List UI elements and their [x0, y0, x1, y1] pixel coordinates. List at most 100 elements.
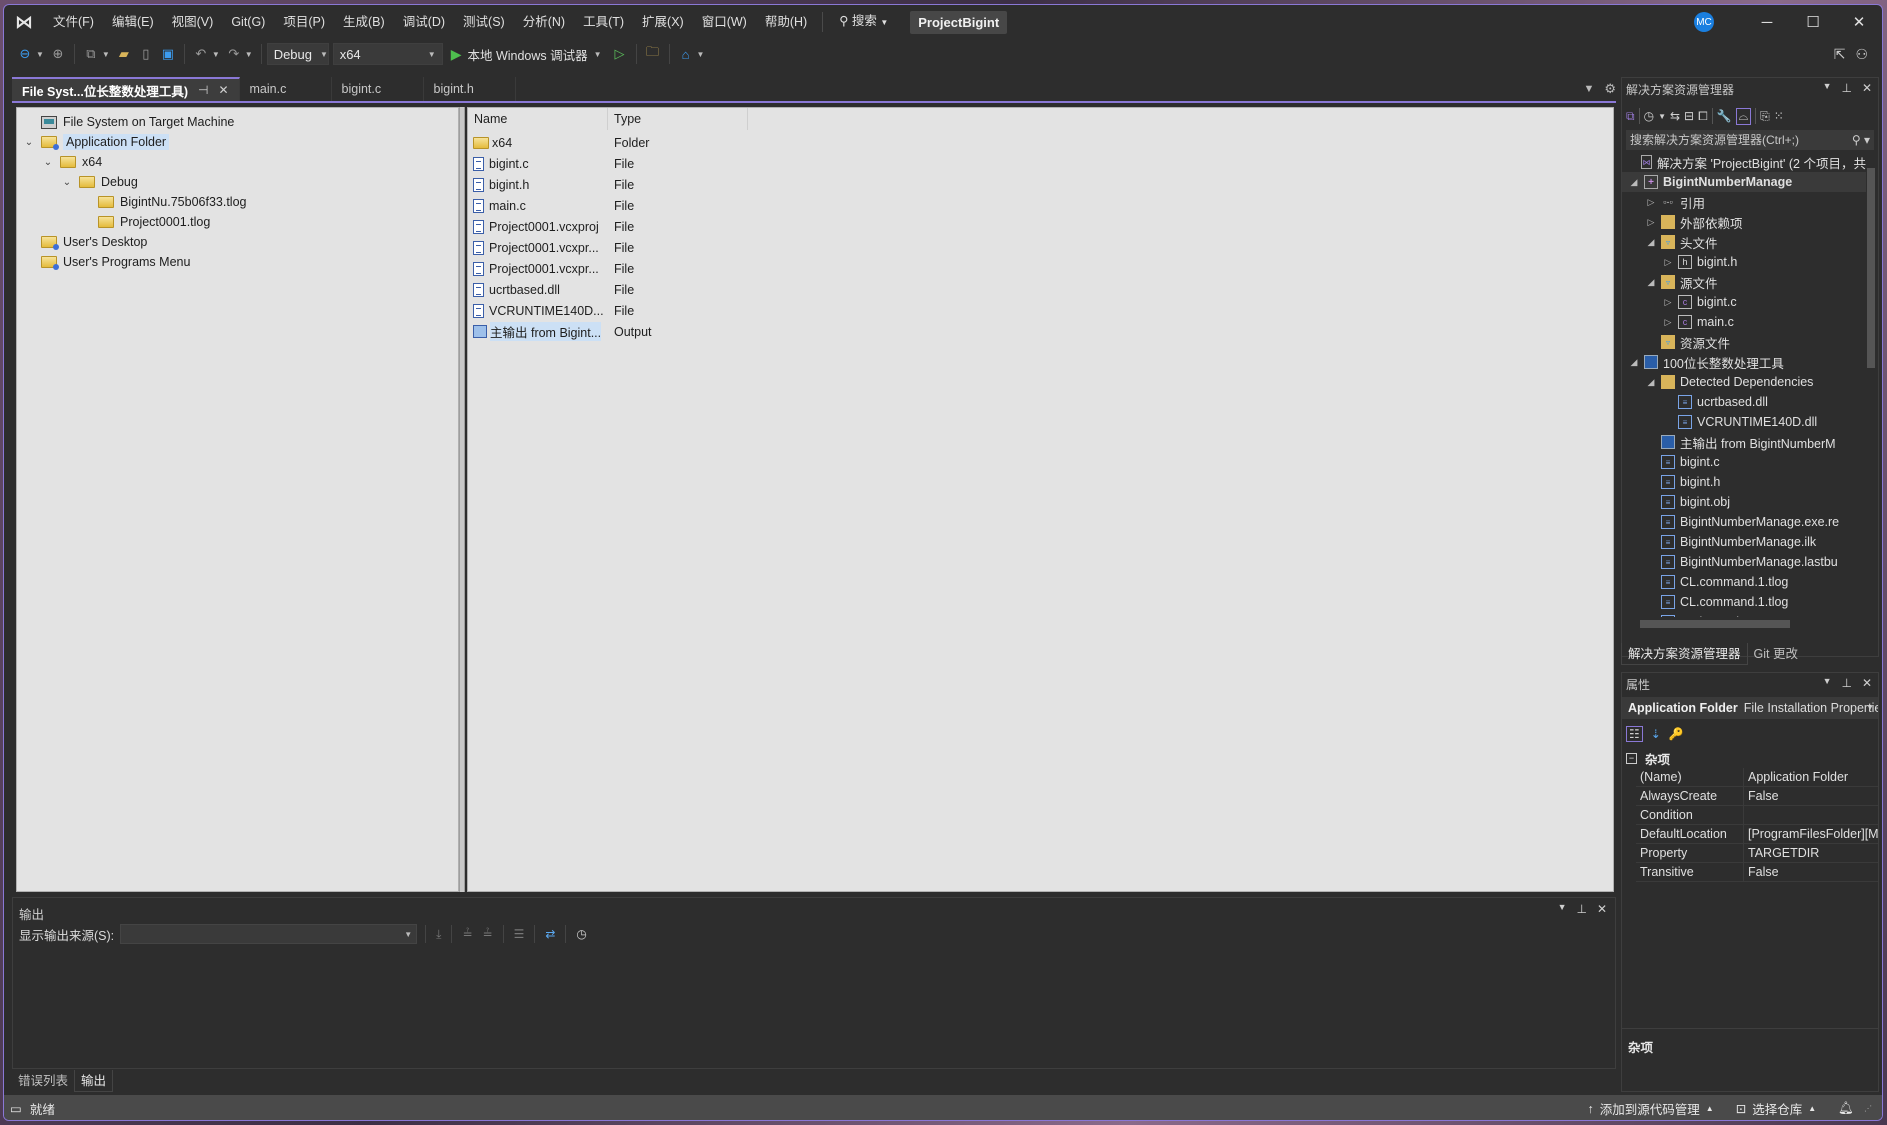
property-value[interactable]: [ProgramFilesFolder][Manufacturer]\[Prod…: [1744, 825, 1878, 843]
open-file-icon[interactable]: ▰: [114, 44, 134, 64]
property-row[interactable]: (Name) Application Folder: [1636, 768, 1878, 787]
search-button[interactable]: ⚲ 搜索 ▼: [829, 5, 898, 40]
collapsed-arrow-icon[interactable]: ▷: [1662, 317, 1674, 328]
menu-item[interactable]: 生成(B): [334, 5, 394, 39]
tab-main-c[interactable]: main.c: [239, 77, 332, 101]
property-row[interactable]: Property TARGETDIR: [1636, 844, 1878, 863]
tab-solution-explorer[interactable]: 解决方案资源管理器: [1621, 643, 1748, 665]
search-icon[interactable]: ⚲ ▾: [1852, 130, 1870, 150]
file-list-row[interactable]: x64 Folder: [468, 132, 748, 153]
expand-chevron-icon[interactable]: ⌄: [61, 177, 73, 188]
expanded-arrow-icon[interactable]: ◢: [1628, 357, 1640, 368]
window-position-icon[interactable]: ▼: [1823, 81, 1832, 95]
solution-tree-node[interactable]: ≡ BigintNumberManage.lastbu: [1622, 552, 1866, 572]
solution-tree-node[interactable]: ◢ + BigintNumberManage: [1622, 172, 1866, 192]
minimize-button[interactable]: ─: [1744, 5, 1790, 39]
solution-tree-node[interactable]: ≡ VCRUNTIME140D.dll: [1622, 412, 1866, 432]
save-icon[interactable]: ▯: [136, 44, 156, 64]
pin-icon[interactable]: ⊣: [198, 83, 208, 97]
navigate-back-icon[interactable]: ⊖: [15, 44, 35, 64]
solution-tree[interactable]: ⋈ 解决方案 'ProjectBigint' (2 个项目，共 ◢ + BigintNu…: [1622, 152, 1866, 617]
solution-tree-node[interactable]: ≡ ucrtbased.dll: [1622, 392, 1866, 412]
property-value[interactable]: Application Folder: [1744, 768, 1878, 786]
tree-node[interactable]: ⌄BigintNu.75b06f33.tlog: [80, 192, 246, 212]
avatar[interactable]: MC: [1694, 12, 1714, 32]
start-debugging-button[interactable]: ▶ 本地 Windows 调试器 ▼: [447, 45, 609, 64]
pin-icon[interactable]: ⊥: [1841, 676, 1851, 690]
pin-icon[interactable]: ⊥: [1841, 81, 1851, 95]
preview-selected-icon[interactable]: ⌓: [1735, 107, 1752, 125]
browse-folder-icon[interactable]: 🗀: [643, 44, 663, 64]
file-list-row[interactable]: bigint.h File: [468, 174, 748, 195]
property-pages-icon[interactable]: 🔑: [1669, 727, 1684, 741]
solution-tree-node[interactable]: ▷ c bigint.c: [1622, 292, 1866, 312]
live-share-icon[interactable]: ⇱: [1834, 46, 1846, 63]
vertical-scrollbar[interactable]: [1866, 152, 1876, 617]
show-all-files-icon[interactable]: ⧠: [1698, 109, 1708, 124]
file-list-row[interactable]: 主输出 from Bigint... Output: [468, 321, 748, 342]
save-all-icon[interactable]: ▣: [158, 44, 178, 64]
solution-tree-node[interactable]: ◢ 100位长整数处理工具: [1622, 352, 1866, 372]
solution-tree-node[interactable]: ≡ CL.command.1.tlog: [1622, 572, 1866, 592]
sync-with-document-icon[interactable]: ⇆: [1670, 109, 1680, 123]
collapsed-arrow-icon[interactable]: ▷: [1662, 297, 1674, 308]
property-value[interactable]: False: [1744, 787, 1878, 805]
find-message-icon[interactable]: ⤓: [436, 927, 441, 942]
undo-icon[interactable]: ↶: [191, 44, 211, 64]
tab-list-dropdown-icon[interactable]: ▼: [1583, 83, 1594, 95]
word-wrap-icon[interactable]: ⇄: [545, 927, 555, 941]
close-icon[interactable]: ✕: [1862, 676, 1872, 690]
solution-tree-node[interactable]: ≡ BigintNumberManage.ilk: [1622, 532, 1866, 552]
collapsed-arrow-icon[interactable]: ▷: [1645, 217, 1657, 228]
file-list-row[interactable]: Project0001.vcxpr... File: [468, 237, 748, 258]
column-header-type[interactable]: Type: [608, 108, 748, 130]
scrollbar-thumb[interactable]: [1867, 168, 1875, 368]
alphabetical-sort-icon[interactable]: ⇣: [1651, 727, 1661, 741]
tree-node[interactable]: ⌄File System on Target Machine: [23, 112, 234, 132]
close-icon[interactable]: ✕: [1597, 902, 1607, 916]
file-list-row[interactable]: Project0001.vcxpr... File: [468, 258, 748, 279]
clear-all-icon[interactable]: ☰: [514, 927, 525, 941]
collapsed-arrow-icon[interactable]: ▷: [1662, 257, 1674, 268]
solution-tree-node[interactable]: ◢ ▿ 源文件: [1622, 272, 1866, 292]
menu-item[interactable]: Git(G): [222, 5, 274, 39]
menu-item[interactable]: 调试(D): [394, 5, 454, 39]
class-diagram-icon[interactable]: ⁙: [1774, 109, 1784, 123]
property-row[interactable]: Transitive False: [1636, 863, 1878, 882]
close-button[interactable]: ✕: [1836, 5, 1882, 39]
add-to-source-control-button[interactable]: ↑ 添加到源代码管理 ▲: [1588, 1099, 1714, 1118]
menu-item[interactable]: 文件(F): [44, 5, 103, 39]
object-selector-dropdown[interactable]: Application Folder File Installation Prop…: [1622, 697, 1878, 719]
tree-node[interactable]: ⌄User's Programs Menu: [23, 252, 190, 272]
home-window-icon[interactable]: ⌂: [676, 44, 696, 64]
close-icon[interactable]: ✕: [1862, 81, 1872, 95]
pane-splitter[interactable]: [459, 107, 465, 892]
configuration-dropdown[interactable]: Debug ▼: [266, 43, 329, 65]
solution-tree-node[interactable]: ▷ ▫-▫ 引用: [1622, 192, 1866, 212]
output-source-dropdown[interactable]: ▼: [120, 924, 418, 944]
previous-message-icon[interactable]: ≟: [462, 927, 472, 941]
pending-changes-filter-icon[interactable]: ◷: [1644, 109, 1654, 123]
solution-tree-node[interactable]: ≡ CL.command.1.tlog: [1622, 592, 1866, 612]
file-list-row[interactable]: bigint.c File: [468, 153, 748, 174]
property-value[interactable]: False: [1744, 863, 1878, 881]
tab-git-changes[interactable]: Git 更改: [1748, 643, 1804, 665]
file-list-row[interactable]: VCRUNTIME140D... File: [468, 300, 748, 321]
solution-tree-node[interactable]: ≡ BigintNumberManage.exe.re: [1622, 512, 1866, 532]
window-position-icon[interactable]: ▼: [1823, 676, 1832, 690]
menu-item[interactable]: 视图(V): [163, 5, 223, 39]
chevron-down-icon[interactable]: ▼: [1658, 112, 1666, 121]
property-row[interactable]: DefaultLocation[ProgramFilesFolder][Manu…: [1636, 825, 1878, 844]
file-list[interactable]: Name Type x64 Folder bigint.c File bigint.h F…: [467, 107, 1614, 892]
solution-tree-node[interactable]: ▿ 资源文件: [1622, 332, 1866, 352]
solution-tree-node[interactable]: ≡ bigint.h: [1622, 472, 1866, 492]
menu-item[interactable]: 分析(N): [514, 5, 574, 39]
menu-item[interactable]: 窗口(W): [693, 5, 756, 39]
expanded-arrow-icon[interactable]: ◢: [1645, 277, 1657, 288]
expanded-arrow-icon[interactable]: ◢: [1645, 237, 1657, 248]
tab-bigint-h[interactable]: bigint.h: [423, 77, 516, 101]
collapse-icon[interactable]: −: [1626, 753, 1637, 764]
toolbar-overflow-icon[interactable]: ▼: [697, 50, 705, 59]
solution-tree-node[interactable]: ▷ h bigint.h: [1622, 252, 1866, 272]
categorized-icon[interactable]: ☷: [1626, 726, 1643, 742]
